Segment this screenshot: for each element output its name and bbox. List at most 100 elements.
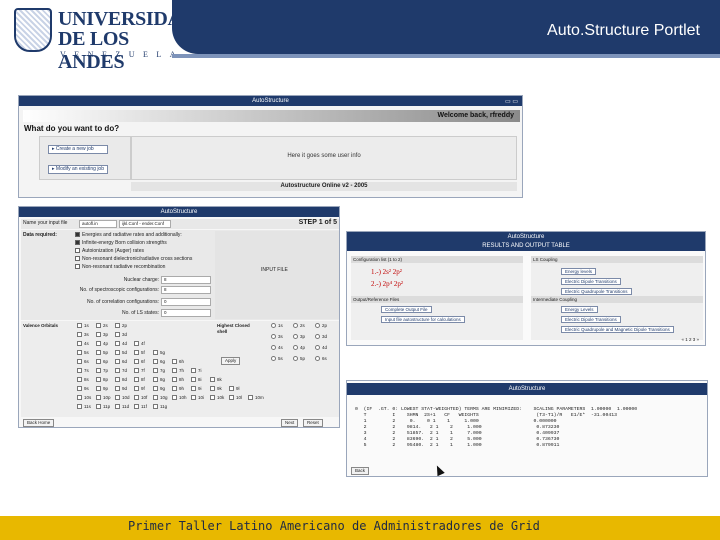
orbital-checkbox-10l[interactable]: 10l bbox=[229, 395, 242, 401]
orbital-checkbox-9s[interactable]: 9s bbox=[77, 386, 89, 392]
orbital-checkbox-9d[interactable]: 9d bbox=[115, 386, 127, 392]
closed-shell-radio-3s[interactable]: 3s bbox=[271, 334, 283, 340]
orbital-checkbox-9g[interactable]: 9g bbox=[153, 386, 165, 392]
checkbox[interactable] bbox=[115, 332, 120, 338]
checkbox[interactable] bbox=[134, 377, 139, 383]
orbital-checkbox-8d[interactable]: 8d bbox=[115, 377, 127, 383]
orbital-checkbox-7h[interactable]: 7h bbox=[172, 368, 184, 374]
checkbox[interactable] bbox=[172, 377, 177, 383]
checkbox[interactable] bbox=[191, 386, 196, 392]
orbital-checkbox-6p[interactable]: 6p bbox=[96, 359, 108, 365]
window-controls-icon[interactable]: ▭ ▭ bbox=[505, 97, 518, 107]
closed-shell-radio-4d[interactable]: 4d bbox=[315, 345, 327, 351]
checkbox[interactable] bbox=[115, 341, 120, 347]
radio[interactable] bbox=[293, 323, 298, 329]
input-file-field-2[interactable]: ijkl.Conf - ender.Conf bbox=[119, 220, 171, 228]
apply-button[interactable]: Apply bbox=[221, 357, 241, 365]
checkbox[interactable] bbox=[172, 368, 177, 374]
checkbox[interactable] bbox=[96, 368, 101, 374]
orbital-checkbox-5d[interactable]: 5d bbox=[115, 350, 127, 356]
closed-shell-radio-6s[interactable]: 6s bbox=[315, 356, 327, 362]
checkbox[interactable] bbox=[153, 359, 158, 365]
checkbox[interactable] bbox=[210, 377, 215, 383]
create-job-button[interactable]: ▸ Create a new job bbox=[48, 145, 108, 154]
orbital-checkbox-8i[interactable]: 8i bbox=[191, 377, 202, 383]
input-file-button[interactable]: Input file autostructure for calculation… bbox=[381, 316, 465, 323]
radio[interactable] bbox=[293, 334, 298, 340]
orbital-checkbox-9h[interactable]: 9h bbox=[172, 386, 184, 392]
checkbox[interactable] bbox=[96, 377, 101, 383]
orbital-checkbox-8k[interactable]: 8k bbox=[210, 377, 222, 383]
checkbox[interactable] bbox=[77, 359, 82, 365]
checkbox[interactable] bbox=[191, 377, 196, 383]
orbital-checkbox-9f[interactable]: 9f bbox=[134, 386, 145, 392]
back-button[interactable]: Back bbox=[351, 467, 370, 475]
modify-job-button[interactable]: ▸ Modify an existing job bbox=[48, 165, 108, 174]
closed-shell-radio-1s[interactable]: 1s bbox=[271, 323, 283, 329]
checkbox[interactable] bbox=[172, 395, 177, 401]
checkbox[interactable] bbox=[96, 395, 101, 401]
orbital-checkbox-4d[interactable]: 4d bbox=[115, 341, 127, 347]
orbital-checkbox-10i[interactable]: 10i bbox=[191, 395, 204, 401]
checkbox[interactable] bbox=[172, 359, 177, 365]
orbital-checkbox-8s[interactable]: 8s bbox=[77, 377, 89, 383]
checkbox[interactable] bbox=[191, 368, 196, 374]
option-row[interactable]: Energies and radiative rates and additio… bbox=[75, 232, 182, 239]
orbital-checkbox-2s[interactable]: 2s bbox=[96, 323, 108, 329]
orbital-checkbox-10s[interactable]: 10s bbox=[77, 395, 91, 401]
checkbox[interactable] bbox=[75, 240, 80, 246]
field-input[interactable]: 8 bbox=[161, 276, 211, 284]
orbital-checkbox-11f[interactable]: 11f bbox=[134, 404, 147, 410]
checkbox[interactable] bbox=[115, 386, 120, 392]
field-input[interactable]: 0 bbox=[161, 298, 211, 306]
orbital-checkbox-9i[interactable]: 9i bbox=[191, 386, 202, 392]
checkbox[interactable] bbox=[77, 350, 82, 356]
orbital-checkbox-11d[interactable]: 11d bbox=[115, 404, 129, 410]
orbital-checkbox-4f[interactable]: 4f bbox=[134, 341, 145, 347]
checkbox[interactable] bbox=[153, 377, 158, 383]
closed-shell-radio-3p[interactable]: 3p bbox=[293, 334, 305, 340]
orbital-checkbox-7p[interactable]: 7p bbox=[96, 368, 108, 374]
ls-electric-quadrupole-button[interactable]: Electric Quadrupole Transitions bbox=[561, 288, 632, 295]
radio[interactable] bbox=[315, 356, 320, 362]
next-button[interactable]: Next bbox=[281, 419, 299, 427]
orbital-checkbox-11s[interactable]: 11s bbox=[77, 404, 91, 410]
orbital-checkbox-10k[interactable]: 10k bbox=[210, 395, 224, 401]
checkbox[interactable] bbox=[75, 232, 80, 238]
checkbox[interactable] bbox=[134, 350, 139, 356]
orbital-checkbox-10g[interactable]: 10g bbox=[153, 395, 168, 401]
checkbox[interactable] bbox=[96, 386, 101, 392]
radio[interactable] bbox=[271, 356, 276, 362]
orbital-checkbox-7f[interactable]: 7f bbox=[134, 368, 145, 374]
orbital-checkbox-8p[interactable]: 8p bbox=[96, 377, 108, 383]
closed-shell-radio-5p[interactable]: 5p bbox=[293, 356, 305, 362]
orbital-checkbox-10d[interactable]: 10d bbox=[115, 395, 130, 401]
checkbox[interactable] bbox=[134, 395, 139, 401]
orbital-checkbox-5f[interactable]: 5f bbox=[134, 350, 145, 356]
radio[interactable] bbox=[315, 345, 320, 351]
checkbox[interactable] bbox=[134, 368, 139, 374]
orbital-checkbox-9k[interactable]: 9k bbox=[210, 386, 222, 392]
ls-energy-levels-button[interactable]: Energy levels bbox=[561, 268, 597, 275]
field-input[interactable]: 8 bbox=[161, 286, 211, 294]
ls-electric-dipole-button[interactable]: Electric Dipole Transitions bbox=[561, 278, 621, 285]
orbital-checkbox-6d[interactable]: 6d bbox=[115, 359, 127, 365]
radio[interactable] bbox=[293, 356, 298, 362]
orbital-checkbox-3p[interactable]: 3p bbox=[96, 332, 108, 338]
orbital-checkbox-6g[interactable]: 6g bbox=[153, 359, 165, 365]
orbital-checkbox-6h[interactable]: 6h bbox=[172, 359, 184, 365]
checkbox[interactable] bbox=[210, 386, 215, 392]
checkbox[interactable] bbox=[229, 395, 234, 401]
orbital-checkbox-9p[interactable]: 9p bbox=[96, 386, 108, 392]
checkbox[interactable] bbox=[77, 404, 82, 410]
checkbox[interactable] bbox=[115, 359, 120, 365]
option-row[interactable]: Non-resonant dielectronic/radiative cros… bbox=[75, 256, 192, 263]
checkbox[interactable] bbox=[115, 323, 120, 329]
radio[interactable] bbox=[315, 323, 320, 329]
orbital-checkbox-8f[interactable]: 8f bbox=[134, 377, 145, 383]
pagination[interactable]: « 1 2 3 » bbox=[681, 337, 699, 342]
closed-shell-radio-4s[interactable]: 4s bbox=[271, 345, 283, 351]
checkbox[interactable] bbox=[75, 256, 80, 262]
option-row[interactable]: Autoionization (Auger) rates bbox=[75, 248, 144, 255]
checkbox[interactable] bbox=[191, 395, 196, 401]
